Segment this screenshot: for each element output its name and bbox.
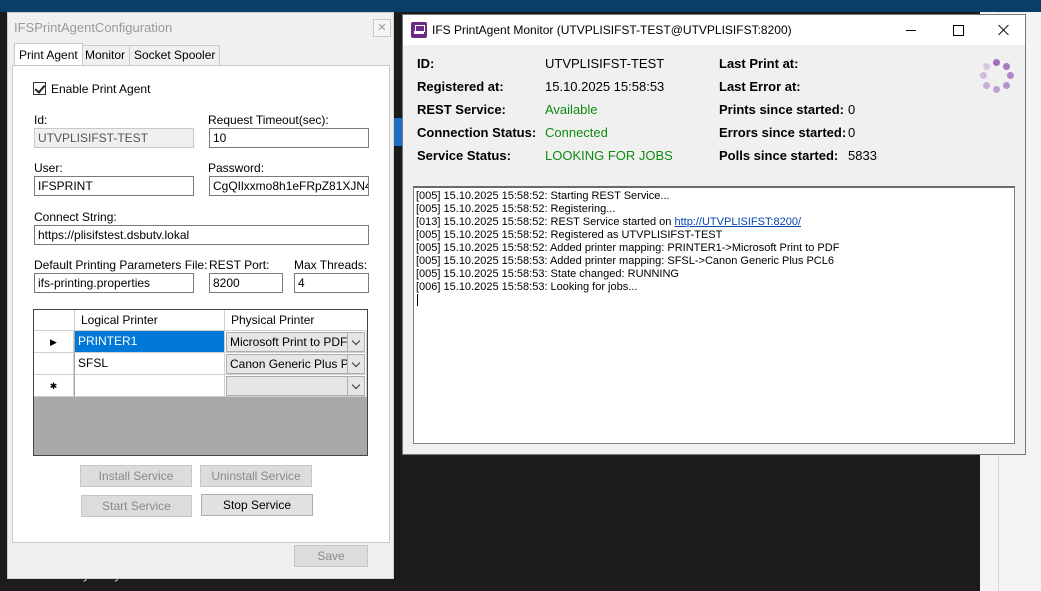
prints-since-started-value: 0 [848, 102, 856, 117]
chevron-down-icon[interactable] [347, 355, 364, 373]
user-field[interactable] [34, 176, 194, 196]
physical-printer-combobox-value: Microsoft Print to PDF [230, 335, 348, 349]
uninstall-service-button[interactable]: Uninstall Service [200, 465, 312, 487]
id-label: ID: [417, 56, 435, 71]
save-button[interactable]: Save [294, 545, 368, 567]
physical-printer-combobox-new[interactable] [226, 376, 365, 396]
close-icon[interactable] [981, 15, 1027, 45]
log-line: [005] 15.10.2025 15:58:52: Registering..… [416, 203, 616, 215]
service-status-value: LOOKING FOR JOBS [545, 148, 673, 163]
password-field[interactable] [209, 176, 369, 196]
request-timeout-label: Request Timeout(sec): [208, 113, 329, 127]
log-textbox[interactable]: [005] 15.10.2025 15:58:52: Starting REST… [413, 186, 1015, 444]
errors-since-started-value: 0 [848, 125, 856, 140]
grid-cell-physical-printer-new [225, 375, 367, 397]
last-print-label: Last Print at: [719, 56, 799, 71]
default-params-field[interactable] [34, 273, 194, 293]
tab-print-agent[interactable]: Print Agent [14, 43, 83, 65]
grid-cell-logical-printer-new[interactable] [75, 375, 225, 397]
connection-status-value: Connected [545, 125, 608, 140]
default-params-label: Default Printing Parameters File: [34, 258, 208, 272]
tab-monitor[interactable]: Monitor [80, 45, 131, 65]
minimize-icon[interactable] [889, 15, 935, 45]
connect-string-field[interactable] [34, 225, 369, 245]
enable-print-agent-label: Enable Print Agent [51, 82, 151, 96]
grid-cell-logical-printer[interactable]: SFSL [75, 353, 225, 375]
tab-socket-spooler[interactable]: Socket Spooler [129, 45, 221, 65]
errors-since-started-label: Errors since started: [719, 125, 847, 140]
physical-printer-combobox[interactable]: Canon Generic Plus P... [226, 354, 365, 374]
monitor-window: IFS PrintAgent Monitor (UTVPLISIFST-TEST… [402, 14, 1026, 455]
rest-service-status: Available [545, 102, 598, 117]
polls-since-started-value: 5833 [848, 148, 877, 163]
log-line: [005] 15.10.2025 15:58:53: Added printer… [416, 255, 834, 267]
id-label: Id: [34, 113, 48, 127]
grid-cell-logical-printer[interactable]: PRINTER1 [75, 331, 225, 353]
polls-since-started-label: Polls since started: [719, 148, 839, 163]
registered-at-label: Registered at: [417, 79, 504, 94]
request-timeout-field[interactable] [209, 128, 369, 148]
stop-service-button[interactable]: Stop Service [201, 494, 313, 516]
config-window-title: IFSPrintAgentConfiguration [14, 20, 173, 35]
config-titlebar[interactable]: IFSPrintAgentConfiguration ✕ [8, 13, 393, 43]
log-line: [013] 15.10.2025 15:58:52: REST Service … [416, 216, 1012, 229]
enable-print-agent-checkbox[interactable] [33, 82, 46, 95]
user-label: User: [34, 161, 63, 175]
log-line: [005] 15.10.2025 15:58:52: Added printer… [416, 242, 840, 254]
close-icon[interactable]: ✕ [373, 19, 391, 37]
log-line: [005] 15.10.2025 15:58:53: State changed… [416, 268, 679, 280]
prints-since-started-label: Prints since started: [719, 102, 844, 117]
chevron-down-icon[interactable] [347, 333, 364, 351]
rest-port-field[interactable] [209, 273, 283, 293]
grid-header-physical-printer[interactable]: Physical Printer [225, 310, 367, 331]
rest-service-label: REST Service: [417, 102, 506, 117]
id-value: UTVPLISIFST-TEST [545, 56, 665, 71]
printer-app-icon [411, 22, 427, 38]
rest-port-label: REST Port: [209, 258, 270, 272]
rest-service-link[interactable]: http://UTVPLISIFST:8200/ [674, 216, 801, 228]
printer-mapping-grid[interactable]: Logical Printer Physical Printer ▶ PRINT… [33, 309, 368, 456]
grid-corner-header [34, 310, 75, 331]
monitor-titlebar[interactable]: IFS PrintAgent Monitor (UTVPLISIFST-TEST… [403, 15, 1025, 45]
connection-status-label: Connection Status: [417, 125, 537, 140]
grid-header-logical-printer[interactable]: Logical Printer [75, 310, 225, 331]
max-threads-field[interactable] [294, 273, 369, 293]
physical-printer-combobox-value: Canon Generic Plus P... [230, 357, 358, 371]
connect-string-label: Connect String: [34, 210, 117, 224]
config-window: IFSPrintAgentConfiguration ✕ Print Agent… [7, 12, 394, 579]
monitor-window-title: IFS PrintAgent Monitor (UTVPLISIFST-TEST… [432, 23, 792, 37]
registered-at-value: 15.10.2025 15:58:53 [545, 79, 665, 94]
physical-printer-combobox[interactable]: Microsoft Print to PDF [226, 332, 365, 352]
log-line: [006] 15.10.2025 15:58:53: Looking for j… [416, 281, 638, 293]
row-header-current[interactable]: ▶ [34, 331, 74, 353]
service-status-label: Service Status: [417, 148, 511, 163]
busy-spinner-icon [980, 59, 1014, 93]
log-line: [005] 15.10.2025 15:58:52: Starting REST… [416, 190, 670, 202]
maximize-icon[interactable] [935, 15, 981, 45]
chevron-down-icon[interactable] [347, 377, 364, 395]
max-threads-label: Max Threads: [294, 258, 368, 272]
install-service-button[interactable]: Install Service [80, 465, 192, 487]
id-field[interactable] [34, 128, 194, 148]
grid-cell-physical-printer: Canon Generic Plus P... [225, 353, 367, 375]
grid-cell-physical-printer: Microsoft Print to PDF [225, 331, 367, 353]
background-window-titlebar [0, 0, 1041, 12]
row-header[interactable] [34, 353, 74, 375]
log-line-text: [013] 15.10.2025 15:58:52: REST Service … [416, 216, 675, 228]
password-label: Password: [208, 161, 265, 175]
last-error-label: Last Error at: [719, 79, 801, 94]
row-header-new[interactable]: ✱ [34, 375, 74, 397]
text-caret [417, 294, 418, 306]
start-service-button[interactable]: Start Service [81, 495, 192, 517]
log-line: [005] 15.10.2025 15:58:52: Registered as… [416, 229, 723, 241]
